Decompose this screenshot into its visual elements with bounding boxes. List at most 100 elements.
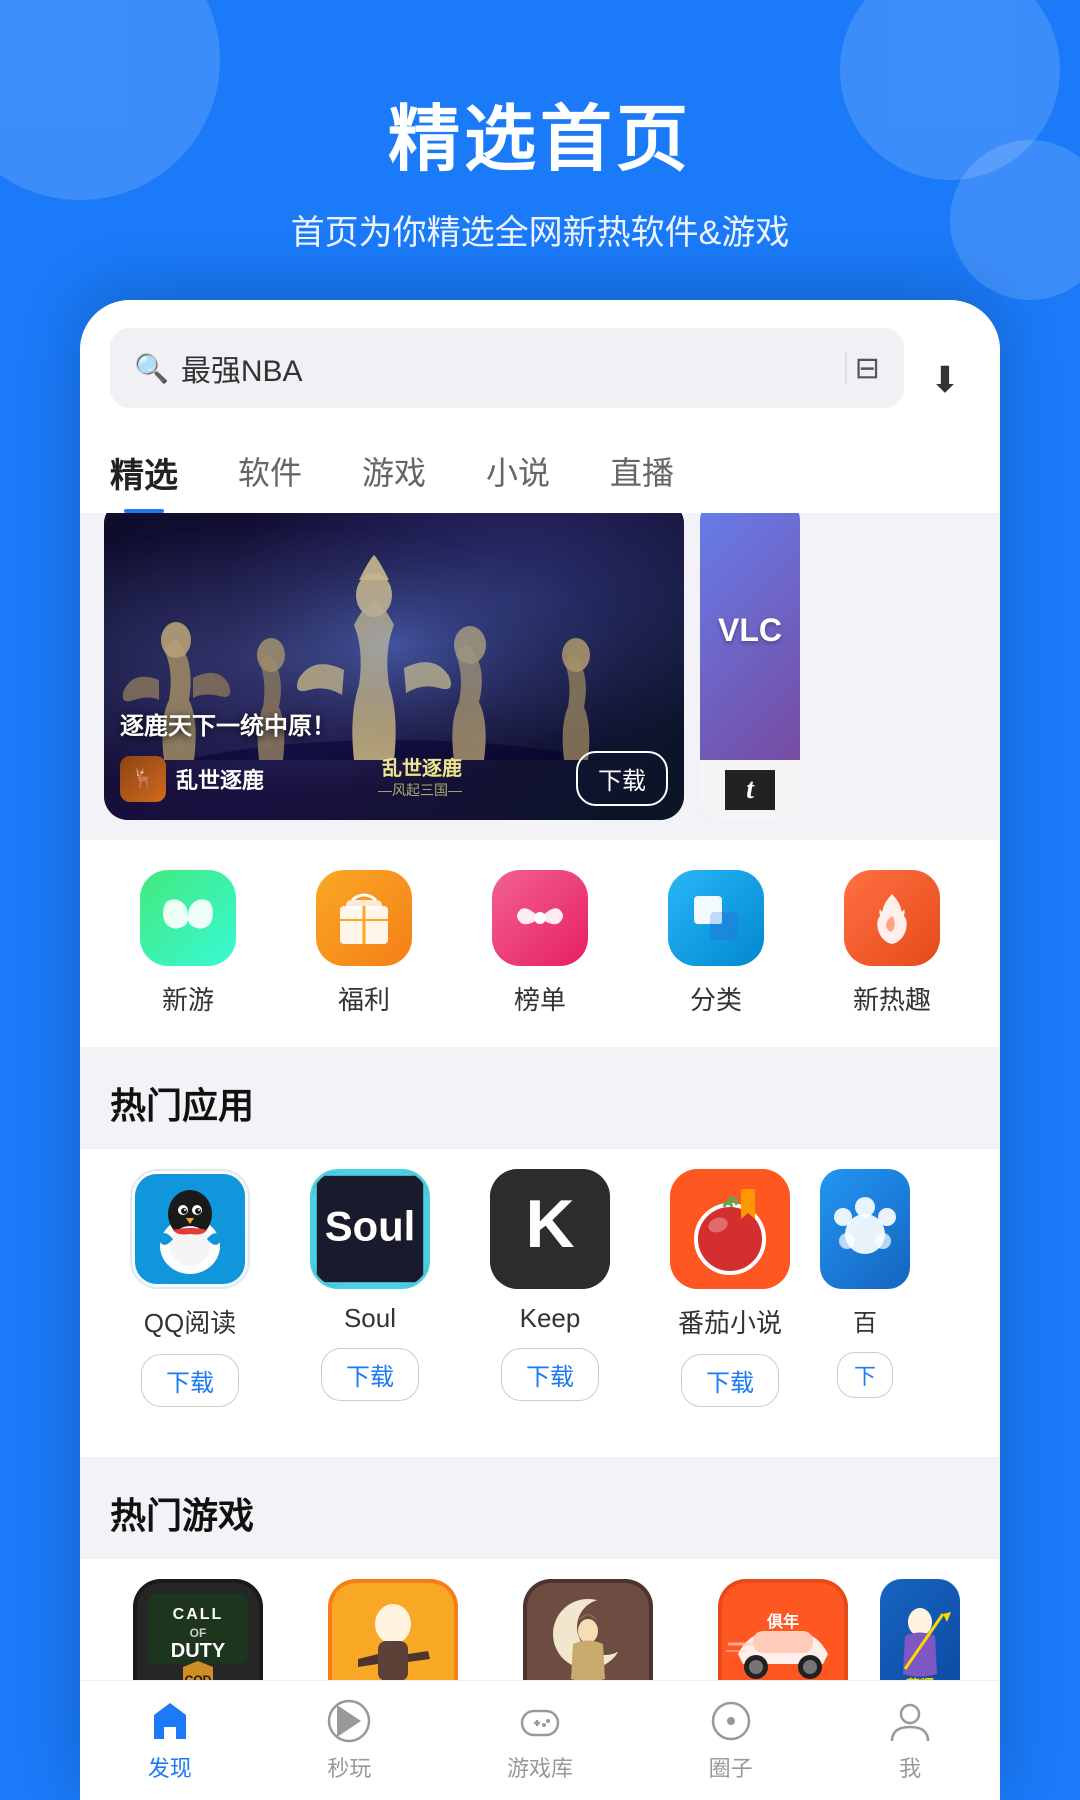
games-row: CALL OF DUTY COD 使命召唤 bbox=[80, 1559, 1000, 1680]
page-subtitle: 首页为你精选全网新热软件&游戏 bbox=[40, 205, 1040, 254]
svg-text:K: K bbox=[525, 1186, 574, 1262]
hot-games-section: 热门游戏 CALL OF DUTY bbox=[80, 1457, 1000, 1680]
search-divider bbox=[845, 352, 847, 384]
banner-side[interactable]: VLC t bbox=[700, 500, 800, 820]
me-icon bbox=[888, 1699, 932, 1743]
gamelibrary-icon bbox=[518, 1699, 562, 1743]
new-trend-label: 新热趣 bbox=[853, 980, 931, 1017]
svg-text:OF: OF bbox=[189, 1626, 206, 1640]
svg-text:Soul: Soul bbox=[325, 1202, 416, 1249]
qq-read-download[interactable]: 下载 bbox=[141, 1354, 239, 1407]
soul-name: Soul bbox=[344, 1303, 396, 1334]
app-soul[interactable]: Soul Soul 下载 bbox=[280, 1149, 460, 1427]
banner-main[interactable]: 逐鹿天下一统中原！ 🦌 乱世逐鹿 乱世逐鹿 —风起三国— 下载 bbox=[104, 500, 684, 820]
banner-game-logo: 乱世逐鹿 —风起三国— bbox=[378, 758, 462, 800]
cod-svg: CALL OF DUTY COD bbox=[133, 1579, 263, 1680]
qr-scan-icon[interactable]: ⊟ bbox=[855, 351, 880, 386]
apps-row: QQ阅读 下载 Soul Soul 下载 bbox=[80, 1149, 1000, 1457]
phone-card: 🔍 最强NBA ⊟ ⬇ 精选 软件 游戏 小说 直播 bbox=[80, 300, 1000, 1800]
bottom-nav-me[interactable]: 我 bbox=[868, 1689, 952, 1793]
keep-svg: K bbox=[490, 1169, 610, 1289]
tab-games[interactable]: 游戏 bbox=[332, 432, 456, 513]
qin-icon: 秦时明月 bbox=[523, 1579, 653, 1680]
welfare-icon bbox=[316, 870, 412, 966]
bottom-nav-gamelibrary[interactable]: 游戏库 bbox=[487, 1689, 593, 1793]
nav-tabs: 精选 软件 游戏 小说 直播 bbox=[80, 432, 1000, 513]
banner-download-button[interactable]: 下载 bbox=[576, 751, 668, 806]
quickplay-icon bbox=[327, 1699, 371, 1743]
baidu-download-partial[interactable]: 下 bbox=[837, 1352, 893, 1398]
ranking-icon bbox=[492, 870, 588, 966]
tab-software[interactable]: 软件 bbox=[208, 432, 332, 513]
baidu-svg bbox=[825, 1189, 905, 1269]
quick-nav-welfare[interactable]: 福利 bbox=[316, 870, 412, 1017]
game-cod[interactable]: CALL OF DUTY COD 使命召唤 bbox=[100, 1559, 295, 1680]
quick-nav-new-trend[interactable]: 新热趣 bbox=[844, 870, 940, 1017]
tab-featured[interactable]: 精选 bbox=[80, 432, 208, 513]
qq-car-svg: 俱年 bbox=[718, 1579, 848, 1680]
category-svg bbox=[688, 890, 744, 946]
new-game-icon bbox=[140, 870, 236, 966]
bottom-nav-community[interactable]: 圈子 bbox=[689, 1689, 773, 1793]
app-keep[interactable]: K Keep 下载 bbox=[460, 1149, 640, 1427]
scrollable-content: 逐鹿天下一统中原！ 🦌 乱世逐鹿 乱世逐鹿 —风起三国— 下载 bbox=[80, 480, 1000, 1680]
new-trend-icon bbox=[844, 870, 940, 966]
app-fanqie[interactable]: 番茄小说 下载 bbox=[640, 1149, 820, 1427]
pubg-svg: 四季荣耀 bbox=[328, 1579, 458, 1680]
tab-novel[interactable]: 小说 bbox=[456, 432, 580, 513]
quick-nav-category[interactable]: 分类 bbox=[668, 870, 764, 1017]
fanqie-icon bbox=[670, 1169, 790, 1289]
search-input-text: 最强NBA bbox=[181, 346, 837, 390]
svg-text:COD: COD bbox=[184, 1673, 211, 1680]
svg-text:俱年: 俱年 bbox=[765, 1612, 798, 1631]
banner-game-name: 乱世逐鹿 bbox=[176, 763, 264, 795]
tab-live[interactable]: 直播 bbox=[580, 432, 704, 513]
discover-label: 发现 bbox=[148, 1751, 192, 1783]
ranking-label: 榜单 bbox=[514, 980, 566, 1017]
app-baidu-partial[interactable]: 百 下 bbox=[820, 1149, 910, 1427]
game-qin[interactable]: 秦时明月 秦时明月 bbox=[490, 1559, 685, 1680]
gamelibrary-label: 游戏库 bbox=[507, 1751, 573, 1783]
qq-read-icon bbox=[130, 1169, 250, 1289]
soul-download[interactable]: 下载 bbox=[321, 1348, 419, 1401]
me-label: 我 bbox=[899, 1751, 921, 1783]
game-glory-partial[interactable]: 荣耀 荣耀 bbox=[880, 1559, 960, 1680]
banner-side-logo: t bbox=[700, 760, 800, 820]
qq-read-name: QQ阅读 bbox=[144, 1303, 236, 1340]
quick-nav-ranking[interactable]: 榜单 bbox=[492, 870, 588, 1017]
banner-section: 逐鹿天下一统中原！ 🦌 乱世逐鹿 乱世逐鹿 —风起三国— 下载 bbox=[80, 480, 1000, 820]
fanqie-download[interactable]: 下载 bbox=[681, 1354, 779, 1407]
fixed-header: 🔍 最强NBA ⊟ ⬇ 精选 软件 游戏 小说 直播 bbox=[80, 300, 1000, 513]
banner-game-mini-icon: 🦌 bbox=[120, 756, 166, 802]
banner-slogan: 逐鹿天下一统中原！ bbox=[120, 706, 668, 741]
download-manager-icon[interactable]: ⬇ bbox=[920, 359, 970, 401]
app-qq-read[interactable]: QQ阅读 下载 bbox=[100, 1149, 280, 1427]
search-bar[interactable]: 🔍 最强NBA ⊟ bbox=[110, 328, 904, 408]
new-game-label: 新游 bbox=[162, 980, 214, 1017]
discover-icon bbox=[148, 1699, 192, 1743]
bottom-nav-discover[interactable]: 发现 bbox=[128, 1689, 212, 1793]
banner-side-content: VLC bbox=[700, 500, 800, 760]
qin-svg: 秦时明月 bbox=[523, 1579, 653, 1680]
new-trend-svg bbox=[864, 888, 920, 948]
bottom-nav-quickplay[interactable]: 秒玩 bbox=[307, 1689, 391, 1793]
glory-icon: 荣耀 bbox=[880, 1579, 960, 1680]
baidu-partial-label: 百 bbox=[853, 1303, 877, 1338]
qq-read-svg bbox=[135, 1174, 245, 1284]
search-icon: 🔍 bbox=[134, 352, 169, 385]
quick-nav-section: 新游 福利 bbox=[80, 840, 1000, 1047]
category-icon bbox=[668, 870, 764, 966]
soul-svg: Soul bbox=[313, 1169, 427, 1289]
svg-text:CALL: CALL bbox=[172, 1606, 223, 1623]
keep-name: Keep bbox=[520, 1303, 581, 1334]
fanqie-svg bbox=[670, 1169, 790, 1289]
game-pubg[interactable]: 四季荣耀 和平精英 bbox=[295, 1559, 490, 1680]
search-area: 🔍 最强NBA ⊟ ⬇ bbox=[80, 300, 1000, 432]
bottom-nav: 发现 秒玩 游戏库 圈子 bbox=[80, 1680, 1000, 1800]
soul-icon: Soul bbox=[310, 1169, 430, 1289]
ranking-svg bbox=[512, 890, 568, 946]
game-qq-car[interactable]: 俱年 QQ飞车手游 bbox=[685, 1559, 880, 1680]
keep-download[interactable]: 下载 bbox=[501, 1348, 599, 1401]
quick-nav-new-game[interactable]: 新游 bbox=[140, 870, 236, 1017]
community-label: 圈子 bbox=[709, 1751, 753, 1783]
